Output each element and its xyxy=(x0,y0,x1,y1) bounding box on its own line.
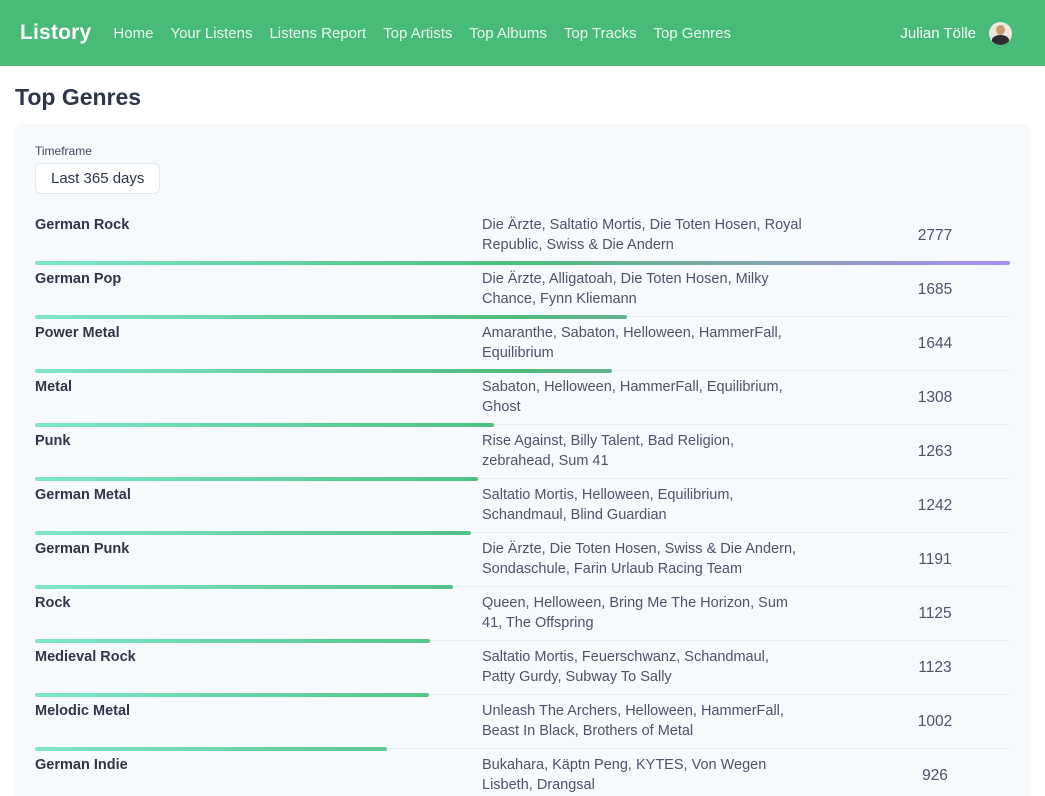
table-row: German PunkDie Ärzte, Die Toten Hosen, S… xyxy=(35,533,1010,587)
nav-item-top-genres[interactable]: Top Genres xyxy=(653,25,731,42)
nav-item-your-listens[interactable]: Your Listens xyxy=(170,25,252,42)
genre-top-artists: Die Ärzte, Alligatoah, Die Toten Hosen, … xyxy=(482,270,802,309)
genre-top-artists: Rise Against, Billy Talent, Bad Religion… xyxy=(482,432,802,471)
listen-count: 2777 xyxy=(860,227,1010,245)
listen-count: 1125 xyxy=(860,605,1010,623)
genre-name: German Rock xyxy=(35,216,482,255)
listen-count: 1242 xyxy=(860,497,1010,515)
table-row: German RockDie Ärzte, Saltatio Mortis, D… xyxy=(35,209,1010,263)
nav-item-home[interactable]: Home xyxy=(113,25,153,42)
genre-top-artists: Die Ärzte, Saltatio Mortis, Die Toten Ho… xyxy=(482,216,802,255)
table-row: PunkRise Against, Billy Talent, Bad Reli… xyxy=(35,425,1010,479)
table-row: German MetalSaltatio Mortis, Helloween, … xyxy=(35,479,1010,533)
table-row: MetalSabaton, Helloween, HammerFall, Equ… xyxy=(35,371,1010,425)
listen-count: 1191 xyxy=(860,551,1010,569)
genre-name: Melodic Metal xyxy=(35,702,482,741)
genre-top-artists: Bukahara, Käptn Peng, KYTES, Von Wegen L… xyxy=(482,756,802,795)
genre-name: Punk xyxy=(35,432,482,471)
table-row: RockQueen, Helloween, Bring Me The Horiz… xyxy=(35,587,1010,641)
genre-name: German Metal xyxy=(35,486,482,525)
timeframe-label: Timeframe xyxy=(35,144,1010,158)
listen-count: 1685 xyxy=(860,281,1010,299)
table-row: Power MetalAmaranthe, Sabaton, Helloween… xyxy=(35,317,1010,371)
genre-top-artists: Die Ärzte, Die Toten Hosen, Swiss & Die … xyxy=(482,540,802,579)
genre-name: Rock xyxy=(35,594,482,633)
table-row: German IndieBukahara, Käptn Peng, KYTES,… xyxy=(35,749,1010,796)
genre-name: German Pop xyxy=(35,270,482,309)
listen-count: 1308 xyxy=(860,389,1010,407)
genre-table: German RockDie Ärzte, Saltatio Mortis, D… xyxy=(35,209,1010,796)
listen-count: 1123 xyxy=(860,659,1010,677)
nav-item-top-tracks[interactable]: Top Tracks xyxy=(564,25,637,42)
main-nav: Home Your Listens Listens Report Top Artist… xyxy=(113,25,900,42)
table-row: Melodic MetalUnleash The Archers, Hellow… xyxy=(35,695,1010,749)
timeframe-select[interactable]: Last 365 days xyxy=(35,163,160,194)
genre-top-artists: Sabaton, Helloween, HammerFall, Equilibr… xyxy=(482,378,802,417)
table-row: Medieval RockSaltatio Mortis, Feuerschwa… xyxy=(35,641,1010,695)
nav-item-listens-report[interactable]: Listens Report xyxy=(269,25,366,42)
listen-count: 1002 xyxy=(860,713,1010,731)
genre-name: German Punk xyxy=(35,540,482,579)
genre-name: Power Metal xyxy=(35,324,482,363)
app-header: Listory Home Your Listens Listens Report To… xyxy=(0,0,1045,66)
genre-name: Metal xyxy=(35,378,482,417)
genre-top-artists: Queen, Helloween, Bring Me The Horizon, … xyxy=(482,594,802,633)
genre-name: German Indie xyxy=(35,756,482,795)
genre-top-artists: Amaranthe, Sabaton, Helloween, HammerFal… xyxy=(482,324,802,363)
table-row: German PopDie Ärzte, Alligatoah, Die Tot… xyxy=(35,263,1010,317)
genre-name: Medieval Rock xyxy=(35,648,482,687)
brand-logo[interactable]: Listory xyxy=(20,21,91,45)
nav-item-top-artists[interactable]: Top Artists xyxy=(383,25,452,42)
listen-count: 926 xyxy=(860,767,1010,785)
listen-count: 1263 xyxy=(860,443,1010,461)
user-area: Julian Tölle xyxy=(900,22,1012,45)
page-title: Top Genres xyxy=(15,84,1030,111)
genre-top-artists: Unleash The Archers, Helloween, HammerFa… xyxy=(482,702,802,741)
genre-top-artists: Saltatio Mortis, Feuerschwanz, Schandmau… xyxy=(482,648,802,687)
main-content: Top Genres Timeframe Last 365 days Germa… xyxy=(0,84,1045,796)
user-name[interactable]: Julian Tölle xyxy=(900,25,976,42)
genre-top-artists: Saltatio Mortis, Helloween, Equilibrium,… xyxy=(482,486,802,525)
top-genres-card: Timeframe Last 365 days German RockDie Ä… xyxy=(15,124,1030,796)
user-avatar[interactable] xyxy=(989,22,1012,45)
listen-count: 1644 xyxy=(860,335,1010,353)
nav-item-top-albums[interactable]: Top Albums xyxy=(469,25,547,42)
